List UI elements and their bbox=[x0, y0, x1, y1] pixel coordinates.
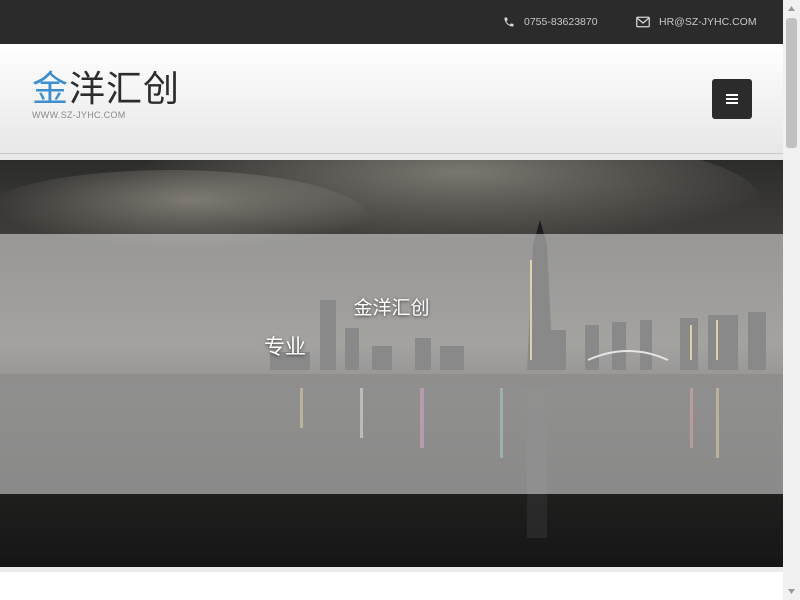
arrow-up-icon bbox=[788, 6, 795, 11]
logo-accent-char: 金 bbox=[32, 68, 70, 109]
hamburger-icon bbox=[726, 94, 738, 104]
phone-link[interactable]: 0755-83623870 bbox=[503, 0, 598, 44]
arrow-down-icon bbox=[788, 589, 795, 594]
hero-subtitle: 专业 bbox=[264, 336, 306, 359]
email-address: HR@SZ-JYHC.COM bbox=[659, 16, 757, 28]
scroll-down-button[interactable] bbox=[783, 583, 800, 600]
site-logo[interactable]: 金洋汇创 bbox=[32, 68, 180, 110]
hero-banner: 金洋汇创 专业 bbox=[0, 160, 783, 567]
site-header: 金洋汇创 WWW.SZ-JYHC.COM bbox=[0, 44, 783, 154]
hero-overlay bbox=[0, 234, 783, 494]
menu-toggle-button[interactable] bbox=[712, 79, 752, 119]
email-link[interactable]: HR@SZ-JYHC.COM bbox=[636, 0, 757, 44]
phone-number: 0755-83623870 bbox=[524, 16, 598, 28]
top-contact-bar: 0755-83623870 HR@SZ-JYHC.COM bbox=[0, 0, 783, 44]
scroll-up-button[interactable] bbox=[783, 0, 800, 17]
logo-url: WWW.SZ-JYHC.COM bbox=[32, 110, 126, 120]
vertical-scrollbar[interactable] bbox=[783, 0, 800, 600]
page: 0755-83623870 HR@SZ-JYHC.COM 金洋汇创 WWW.SZ… bbox=[0, 0, 783, 600]
phone-icon bbox=[504, 17, 514, 27]
hero-title: 金洋汇创 bbox=[353, 298, 430, 319]
content-section bbox=[0, 567, 783, 600]
logo-text: 洋汇创 bbox=[69, 68, 181, 109]
scroll-thumb[interactable] bbox=[786, 18, 797, 148]
envelope-icon bbox=[636, 16, 650, 28]
